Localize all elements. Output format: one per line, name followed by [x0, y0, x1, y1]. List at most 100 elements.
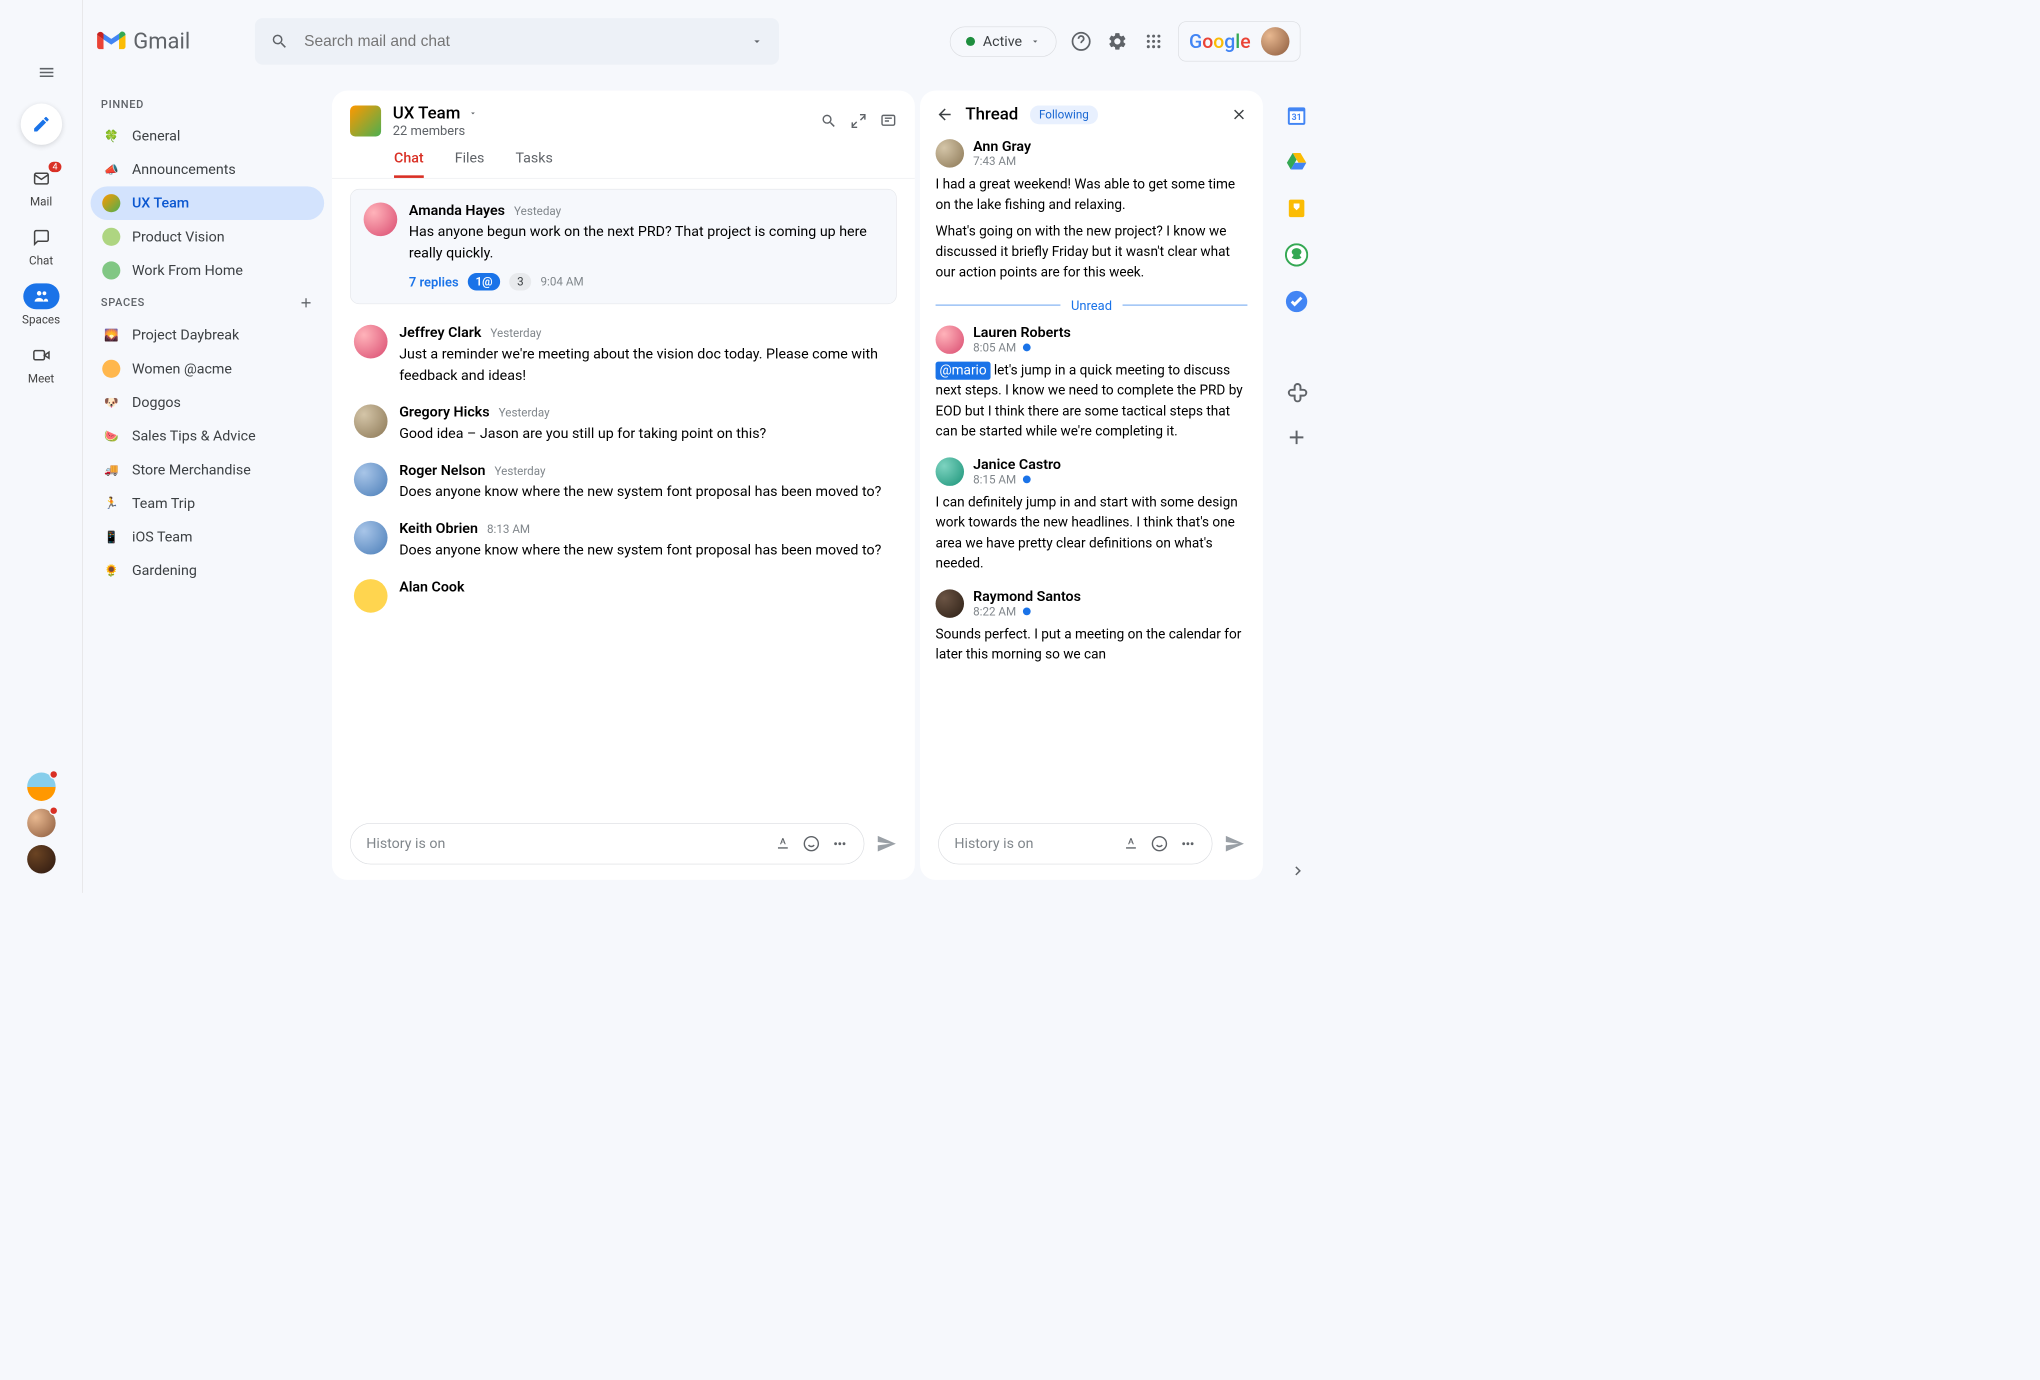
- search-in-space-icon[interactable]: [820, 113, 837, 130]
- contacts-icon[interactable]: [1285, 243, 1308, 266]
- message[interactable]: Jeffrey ClarkYesterdayJust a reminder we…: [350, 316, 897, 396]
- chat-header: UX Team 22 members: [332, 91, 915, 139]
- back-icon[interactable]: [936, 105, 954, 123]
- keep-icon[interactable]: [1285, 197, 1308, 220]
- rail-mail-label: Mail: [30, 195, 52, 209]
- space-members[interactable]: 22 members: [393, 123, 477, 139]
- women-icon: [102, 360, 120, 378]
- add-icon[interactable]: [1285, 426, 1308, 449]
- megaphone-icon: 📣: [102, 160, 120, 178]
- space-name[interactable]: UX Team: [393, 104, 477, 123]
- product-vision-icon: [102, 228, 120, 246]
- thread-message[interactable]: Lauren Roberts8:05 AM @mario let's jump …: [936, 324, 1248, 442]
- more-icon[interactable]: [1179, 835, 1196, 852]
- avatar: [936, 589, 964, 617]
- rail-chat[interactable]: Chat: [0, 219, 82, 273]
- format-icon[interactable]: [774, 835, 791, 852]
- sidebar-item-gardening[interactable]: 🌻Gardening: [91, 554, 325, 588]
- avatar: [354, 463, 388, 497]
- ux-team-icon: [102, 194, 120, 212]
- mention-chip[interactable]: @mario: [936, 361, 991, 379]
- avatar: [936, 325, 964, 353]
- rail-contact-1[interactable]: [27, 773, 55, 801]
- avatar: [936, 457, 964, 485]
- message-card[interactable]: Amanda HayesYesteday Has anyone begun wo…: [350, 189, 897, 304]
- rail-meet[interactable]: Meet: [0, 337, 82, 391]
- thread-compose-input[interactable]: History is on: [938, 823, 1212, 864]
- sidebar-item-ios[interactable]: 📱iOS Team: [91, 520, 325, 554]
- mail-badge: 4: [49, 162, 62, 172]
- thread-message[interactable]: Janice Castro8:15 AM I can definitely ju…: [936, 456, 1248, 574]
- phone-icon: 📱: [102, 528, 120, 546]
- rail-mail[interactable]: 4 Mail: [0, 160, 82, 214]
- sidebar: PINNED 🍀General 📣Announcements UX Team P…: [83, 0, 332, 893]
- thread-message[interactable]: Raymond Santos8:22 AM Sounds perfect. I …: [936, 588, 1248, 665]
- tab-chat[interactable]: Chat: [394, 150, 424, 178]
- emoji-icon[interactable]: [803, 835, 820, 852]
- rail-spaces[interactable]: Spaces: [0, 278, 82, 332]
- sidebar-item-women[interactable]: Women @acme: [91, 352, 325, 386]
- main-content: UX Team 22 members Chat Files Tasks: [332, 0, 1273, 893]
- app-header: Gmail Active Google: [0, 0, 1320, 83]
- sidebar-item-wfh[interactable]: Work From Home: [91, 254, 325, 288]
- sidebar-item-general[interactable]: 🍀General: [91, 119, 325, 153]
- thread-icon[interactable]: [880, 113, 897, 130]
- mention-badge: 1@: [468, 273, 501, 290]
- reply-count-badge: 3: [509, 273, 531, 290]
- compose-input[interactable]: History is on: [350, 823, 864, 864]
- clover-icon: 🍀: [102, 127, 120, 145]
- help-button[interactable]: [1069, 30, 1092, 53]
- sidebar-item-daybreak[interactable]: 🌄Project Daybreak: [91, 318, 325, 352]
- settings-button[interactable]: [1106, 30, 1129, 53]
- sidebar-item-ux-team[interactable]: UX Team: [91, 186, 325, 220]
- gmail-logo[interactable]: Gmail: [97, 28, 190, 54]
- message-list[interactable]: Amanda HayesYesteday Has anyone begun wo…: [332, 179, 915, 813]
- sidebar-item-product-vision[interactable]: Product Vision: [91, 220, 325, 254]
- search-options-icon[interactable]: [751, 35, 764, 48]
- replies-row[interactable]: 7 replies 1@ 3 9:04 AM: [409, 273, 883, 290]
- tab-files[interactable]: Files: [455, 150, 485, 178]
- collapse-sidepanel-icon[interactable]: [1289, 862, 1307, 880]
- add-space-icon[interactable]: [298, 295, 314, 311]
- message[interactable]: Alan Cook: [350, 570, 897, 622]
- left-rail: 4 Mail Chat Spaces Meet: [0, 0, 83, 893]
- account-switcher[interactable]: Google: [1178, 21, 1300, 61]
- tasks-icon[interactable]: [1285, 290, 1308, 313]
- thread-title: Thread: [965, 105, 1018, 124]
- thread-messages[interactable]: Ann Gray7:43 AM I had a great weekend! W…: [920, 138, 1263, 812]
- rail-chat-label: Chat: [29, 254, 53, 268]
- message[interactable]: Keith Obrien8:13 AMDoes anyone know wher…: [350, 512, 897, 570]
- addon-icon[interactable]: [1285, 379, 1308, 402]
- calendar-icon[interactable]: 31: [1285, 104, 1308, 127]
- sidebar-item-doggos[interactable]: 🐶Doggos: [91, 386, 325, 420]
- compose-button[interactable]: [20, 104, 61, 145]
- message[interactable]: Roger NelsonYesterdayDoes anyone know wh…: [350, 454, 897, 512]
- more-icon[interactable]: [831, 835, 848, 852]
- rail-contact-3[interactable]: [27, 845, 55, 873]
- status-chip[interactable]: Active: [950, 26, 1057, 56]
- collapse-icon[interactable]: [850, 113, 867, 130]
- unread-dot-icon: [1023, 344, 1031, 352]
- search-bar[interactable]: [255, 18, 779, 65]
- sidebar-item-sales[interactable]: 🍉Sales Tips & Advice: [91, 419, 325, 453]
- format-icon[interactable]: [1123, 835, 1140, 852]
- search-input[interactable]: [304, 32, 735, 50]
- thread-message[interactable]: Ann Gray7:43 AM I had a great weekend! W…: [936, 138, 1248, 283]
- tab-tasks[interactable]: Tasks: [515, 150, 552, 178]
- sidebar-item-trip[interactable]: 🏃Team Trip: [91, 487, 325, 521]
- following-chip[interactable]: Following: [1030, 105, 1098, 124]
- rail-contact-2[interactable]: [27, 809, 55, 837]
- apps-button[interactable]: [1142, 30, 1165, 53]
- unread-dot-icon: [1023, 476, 1031, 484]
- sidebar-item-announcements[interactable]: 📣Announcements: [91, 153, 325, 187]
- message[interactable]: Gregory HicksYesterdayGood idea – Jason …: [350, 395, 897, 453]
- menu-button[interactable]: [31, 57, 62, 88]
- close-icon[interactable]: [1231, 106, 1248, 123]
- sidebar-item-store[interactable]: 🚚Store Merchandise: [91, 453, 325, 487]
- send-icon[interactable]: [876, 833, 897, 854]
- watermelon-icon: 🍉: [102, 427, 120, 445]
- pencil-icon: [31, 115, 50, 134]
- send-icon[interactable]: [1224, 833, 1245, 854]
- emoji-icon[interactable]: [1151, 835, 1168, 852]
- drive-icon[interactable]: [1285, 150, 1308, 173]
